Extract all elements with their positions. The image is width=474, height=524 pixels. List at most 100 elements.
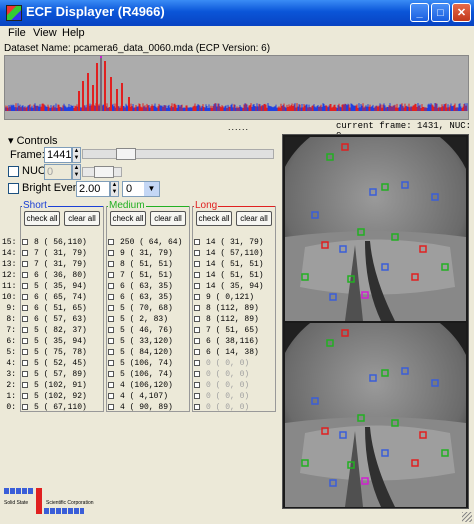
event-checkbox[interactable] [108, 261, 114, 267]
event-entry[interactable]: 5 ( 57, 89) [34, 369, 87, 380]
bright-events-threshold-input[interactable]: 2.00 [76, 181, 110, 197]
event-entry[interactable]: 6 ( 65, 74) [34, 292, 87, 303]
event-entry[interactable]: 6 ( 63, 35) [120, 292, 173, 303]
check-all-button[interactable]: check all [110, 211, 146, 226]
frame-spinner-arrows[interactable]: ▲ ▼ [72, 147, 81, 163]
event-checkbox[interactable] [22, 327, 28, 333]
event-checkbox[interactable] [108, 272, 114, 278]
event-checkbox[interactable] [22, 239, 28, 245]
event-checkbox[interactable] [108, 327, 114, 333]
event-checkbox[interactable] [194, 371, 200, 377]
event-checkbox[interactable] [22, 404, 28, 410]
event-checkbox[interactable] [194, 327, 200, 333]
check-all-button[interactable]: check all [196, 211, 232, 226]
maximize-button[interactable]: □ [431, 3, 450, 22]
app-icon[interactable] [6, 5, 22, 21]
event-entry[interactable]: 14 ( 57,110) [206, 248, 264, 259]
nuc-spinner-input[interactable]: 0 [44, 164, 72, 180]
event-checkbox[interactable] [108, 305, 114, 311]
event-entry[interactable]: 5 ( 52, 45) [34, 358, 87, 369]
event-entry[interactable]: 0 ( 0, 0) [206, 380, 249, 391]
event-entry[interactable]: 5 ( 82, 37) [34, 325, 87, 336]
event-checkbox[interactable] [194, 272, 200, 278]
camera-frame-bottom[interactable] [285, 323, 466, 507]
frame-slider-track[interactable] [82, 149, 274, 159]
minimize-button[interactable]: _ [410, 3, 429, 22]
event-entry[interactable]: 4 ( 90, 89) [120, 402, 173, 413]
event-entry[interactable]: 0 ( 0, 0) [206, 369, 249, 380]
event-checkbox[interactable] [194, 338, 200, 344]
camera-frame-top[interactable] [285, 137, 466, 321]
event-checkbox[interactable] [194, 305, 200, 311]
bright-events-checkbox[interactable] [8, 183, 19, 194]
event-checkbox[interactable] [194, 261, 200, 267]
nuc-slider-thumb[interactable] [94, 166, 114, 178]
event-entry[interactable]: 5 ( 70, 68) [120, 303, 173, 314]
event-entry[interactable]: 7 ( 31, 79) [34, 248, 87, 259]
event-entry[interactable]: 6 ( 36, 80) [34, 270, 87, 281]
event-entry[interactable]: 0 ( 0, 0) [206, 402, 249, 413]
event-entry[interactable]: 250 ( 64, 64) [120, 237, 182, 248]
event-entry[interactable]: 4 ( 4,107) [120, 391, 168, 402]
event-entry[interactable]: 0 ( 0, 0) [206, 391, 249, 402]
event-entry[interactable]: 5 (102, 92) [34, 391, 87, 402]
event-checkbox[interactable] [194, 349, 200, 355]
event-entry[interactable]: 8 ( 56,110) [34, 237, 87, 248]
event-checkbox[interactable] [194, 382, 200, 388]
event-checkbox[interactable] [22, 272, 28, 278]
event-entry[interactable]: 8 (112, 89) [206, 303, 259, 314]
event-entry[interactable]: 14 ( 51, 51) [206, 270, 264, 281]
event-checkbox[interactable] [108, 283, 114, 289]
event-checkbox[interactable] [108, 294, 114, 300]
event-entry[interactable]: 14 ( 35, 94) [206, 281, 264, 292]
event-entry[interactable]: 9 ( 31, 79) [120, 248, 173, 259]
menu-view[interactable]: View [33, 27, 57, 39]
event-checkbox[interactable] [22, 261, 28, 267]
event-entry[interactable]: 5 ( 75, 78) [34, 347, 87, 358]
event-checkbox[interactable] [22, 294, 28, 300]
clear-all-button[interactable]: clear all [236, 211, 272, 226]
menu-file[interactable]: File [8, 27, 26, 39]
event-entry[interactable]: 9 ( 0,121) [206, 292, 254, 303]
event-checkbox[interactable] [22, 382, 28, 388]
event-checkbox[interactable] [108, 404, 114, 410]
event-entry[interactable]: 7 ( 51, 51) [120, 270, 173, 281]
camera-image-panel[interactable] [282, 134, 469, 509]
frame-slider-thumb[interactable] [116, 148, 137, 160]
event-checkbox[interactable] [108, 349, 114, 355]
event-checkbox[interactable] [108, 316, 114, 322]
event-checkbox[interactable] [22, 393, 28, 399]
event-entry[interactable]: 6 ( 57, 63) [34, 314, 87, 325]
event-checkbox[interactable] [22, 305, 28, 311]
nuc-spinner-arrows[interactable]: ▲ ▼ [72, 164, 81, 180]
event-entry[interactable]: 8 ( 51, 51) [120, 259, 173, 270]
event-entry[interactable]: 5 (106, 74) [120, 369, 173, 380]
event-entry[interactable]: 14 ( 51, 51) [206, 259, 264, 270]
event-entry[interactable]: 5 ( 84,120) [120, 347, 173, 358]
event-checkbox[interactable] [22, 316, 28, 322]
event-checkbox[interactable] [22, 360, 28, 366]
event-checkbox[interactable] [108, 382, 114, 388]
event-entry[interactable]: 6 ( 51, 65) [34, 303, 87, 314]
chevron-down-icon[interactable]: ▼ [144, 182, 159, 196]
event-checkbox[interactable] [108, 360, 114, 366]
event-checkbox[interactable] [22, 349, 28, 355]
event-checkbox[interactable] [194, 283, 200, 289]
bright-events-spinner-arrows[interactable]: ▲ ▼ [110, 181, 119, 197]
event-checkbox[interactable] [22, 250, 28, 256]
frame-spinner-input[interactable]: 1441 [44, 147, 72, 163]
event-entry[interactable]: 5 ( 33,120) [120, 336, 173, 347]
event-entry[interactable]: 5 ( 35, 94) [34, 336, 87, 347]
resize-grip[interactable] [462, 512, 472, 522]
event-entry[interactable]: 5 (102, 91) [34, 380, 87, 391]
event-checkbox[interactable] [194, 250, 200, 256]
event-entry[interactable]: 4 (106,120) [120, 380, 173, 391]
event-checkbox[interactable] [194, 316, 200, 322]
event-checkbox[interactable] [194, 294, 200, 300]
event-histogram-plot[interactable] [4, 51, 469, 120]
event-checkbox[interactable] [22, 338, 28, 344]
event-checkbox[interactable] [108, 239, 114, 245]
event-entry[interactable]: 14 ( 31, 79) [206, 237, 264, 248]
event-checkbox[interactable] [194, 360, 200, 366]
event-entry[interactable]: 5 (106, 74) [120, 358, 173, 369]
